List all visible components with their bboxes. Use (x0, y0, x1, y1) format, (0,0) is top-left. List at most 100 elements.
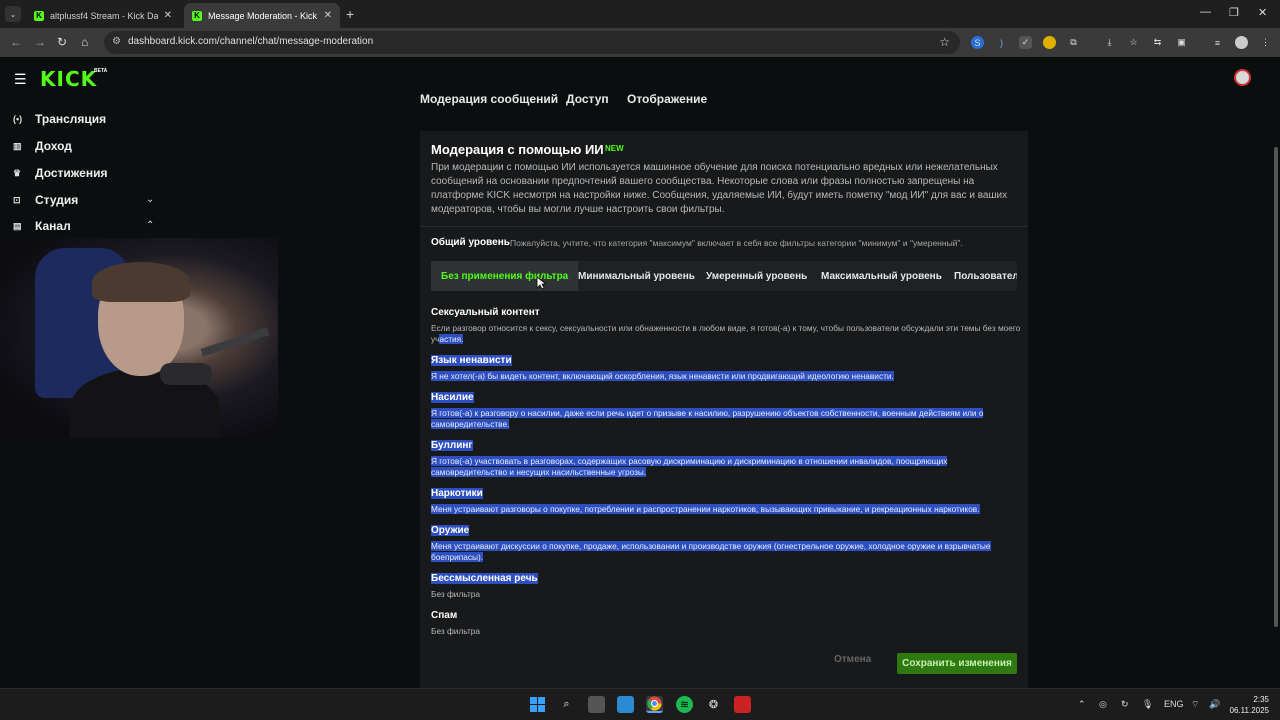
chrome-icon[interactable] (646, 696, 663, 713)
translate-icon[interactable]: ⇆ (1151, 36, 1164, 49)
clock-time: 2:35 (1253, 695, 1269, 704)
save-changes-button[interactable]: Сохранить изменения (897, 653, 1017, 674)
browser-menu-icon[interactable]: ⋮ (1259, 36, 1272, 49)
microphone-icon[interactable]: 🎙 (1142, 699, 1153, 710)
category-weapons: Оружие Меня устраивают дискуссии о покуп… (431, 520, 1021, 562)
close-tab-icon[interactable]: ✕ (164, 10, 172, 21)
language-indicator[interactable]: ENG (1164, 699, 1184, 709)
site-info-icon[interactable]: ⚙ (112, 36, 121, 47)
category-description: Меня устраивают разговоры о покупке, пот… (431, 504, 980, 514)
browser-tab-moderation[interactable]: K Message Moderation - Kick Da ✕ (184, 3, 340, 28)
downloads-icon[interactable]: ⤓ (1103, 36, 1116, 49)
sidebar-item-broadcast[interactable]: (•) Трансляция (13, 112, 106, 126)
tab-maximum-level[interactable]: Максимальный уровень (811, 261, 952, 291)
category-title: Оружие (431, 525, 470, 536)
task-view-icon[interactable] (588, 696, 605, 713)
beta-label: BETA (94, 68, 108, 74)
store-icon[interactable] (617, 696, 634, 713)
category-description: Я не хотел(-а) бы видеть контент, включа… (431, 371, 894, 381)
tray-sync-icon[interactable]: ↻ (1121, 699, 1129, 710)
new-tab-plus-icon[interactable]: + (346, 6, 354, 22)
divider (420, 226, 1028, 227)
webcam-overlay (0, 238, 278, 438)
kick-favicon-icon: K (34, 10, 44, 21)
home-icon[interactable]: ⌂ (81, 35, 88, 49)
category-title: Сексуальный контент (431, 307, 540, 318)
ai-moderation-card: Модерация с помощью ИИ NEW При модерации… (420, 131, 1028, 688)
extension-icon[interactable] (1043, 36, 1056, 49)
tab-access[interactable]: Доступ (566, 92, 609, 106)
close-window-icon[interactable]: ✕ (1258, 6, 1267, 19)
reload-icon[interactable]: ↻ (57, 35, 67, 49)
user-avatar[interactable] (1234, 69, 1251, 86)
category-gibberish: Бессмысленная речь Без фильтра (431, 568, 1021, 600)
cast-icon[interactable]: ▣ (1175, 36, 1188, 49)
back-icon[interactable]: ← (10, 35, 22, 49)
search-icon[interactable]: ⌕ (558, 696, 575, 713)
browser-tab-stream[interactable]: K altplussf4 Stream - Kick Dashb ✕ (26, 3, 180, 28)
category-hate-speech: Язык ненависти Я не хотел(-а) бы видеть … (431, 350, 1021, 382)
extension-icon[interactable]: S (971, 36, 984, 49)
sidebar-item-studio[interactable]: ⊡ Студия (13, 193, 78, 207)
forward-icon[interactable]: → (34, 35, 46, 49)
tab-no-filter[interactable]: Без применения фильтра (431, 261, 579, 291)
bookmarks-icon[interactable]: ☆ (1127, 36, 1140, 49)
overall-level-note: Пожалуйста, учтите, что категория "макси… (510, 238, 963, 248)
close-tab-icon[interactable]: ✕ (324, 10, 332, 21)
chevron-up-icon[interactable]: ⌃ (146, 220, 154, 231)
extension-icon[interactable]: ✓ (1019, 36, 1032, 49)
tray-chevron-up-icon[interactable]: ⌃ (1078, 699, 1086, 710)
sidebar-item-label: Трансляция (35, 112, 107, 126)
clock-date: 06.11.2025 (1229, 706, 1269, 715)
studio-icon: ⊡ (13, 194, 21, 205)
tab-moderate-level[interactable]: Умеренный уровень (696, 261, 817, 291)
ai-moderation-title: Модерация с помощью ИИ (431, 142, 604, 157)
category-title: Насилие (431, 392, 474, 403)
webcam-mic-arm (200, 327, 270, 357)
trophy-icon: ♛ (13, 167, 22, 178)
browser-toolbar: ← → ↻ ⌂ ⚙ dashboard.kick.com/channel/cha… (0, 28, 1280, 57)
kick-logo[interactable]: KICK (40, 67, 97, 91)
tab-display[interactable]: Отображение (627, 92, 707, 106)
tab-minimal-level[interactable]: Минимальный уровень (568, 261, 705, 291)
volume-icon[interactable]: 🔊 (1209, 699, 1220, 710)
category-description-text: Если разговор относится к сексу, сексуал… (431, 323, 1021, 344)
extensions-puzzle-icon[interactable]: ⧉ (1067, 36, 1080, 49)
browser-tab-bar: ⌄ K altplussf4 Stream - Kick Dashb ✕ K M… (0, 0, 1280, 28)
page-scrollbar[interactable] (1274, 147, 1278, 627)
hamburger-menu-icon[interactable]: ☰ (14, 71, 27, 88)
tab-list-chevron-icon[interactable]: ⌄ (5, 6, 21, 22)
app-icon[interactable]: ❂ (705, 696, 722, 713)
category-description: Без фильтра (431, 589, 480, 599)
tab-message-moderation[interactable]: Модерация сообщений (420, 92, 558, 106)
sidebar-item-achievements[interactable]: ♛ Достижения (13, 166, 107, 180)
sidebar-item-channel[interactable]: ▤ Канал (13, 219, 71, 233)
app-icon[interactable] (734, 696, 751, 713)
cancel-button[interactable]: Отмена (834, 654, 871, 665)
spotify-icon[interactable]: ≋ (676, 696, 693, 713)
minimize-icon[interactable]: — (1200, 6, 1211, 18)
profile-avatar-icon[interactable] (1235, 36, 1248, 49)
chevron-down-icon[interactable]: ⌄ (146, 194, 154, 205)
browser-tab-title: Message Moderation - Kick Da (208, 10, 318, 21)
webcam-hair (92, 262, 190, 302)
revenue-icon: ▥ (13, 140, 22, 151)
sidebar-item-revenue[interactable]: ▥ Доход (13, 139, 72, 153)
channel-icon: ▤ (13, 220, 22, 231)
kick-favicon-icon: K (192, 10, 202, 21)
sidebar-item-label: Доход (35, 139, 72, 153)
address-bar[interactable]: ⚙ dashboard.kick.com/channel/chat/messag… (104, 31, 960, 54)
bookmark-star-icon[interactable]: ☆ (939, 35, 950, 49)
tab-custom-level[interactable]: Пользовательский (944, 261, 1017, 291)
restore-icon[interactable]: ❐ (1229, 6, 1239, 19)
extension-icon[interactable]: ) (995, 36, 1008, 49)
kick-dashboard-page: ☰ KICK BETA (•) Трансляция ▥ Доход ♛ Дос… (0, 57, 1280, 688)
tray-app-icon[interactable]: ◎ (1099, 699, 1107, 710)
windows-taskbar: ⌕ ≋ ❂ ⌃ ◎ ↻ 🎙 ENG ⌔ 🔊 2:35 06.11.2025 (0, 688, 1280, 720)
category-description: Я готов(-а) к разговору о насилии, даже … (431, 408, 984, 429)
network-icon[interactable]: ⌔ (1191, 699, 1199, 710)
category-title: Буллинг (431, 440, 473, 451)
windows-start-icon[interactable] (529, 696, 546, 713)
reading-list-icon[interactable]: ≡ (1211, 36, 1224, 49)
clock[interactable]: 2:35 06.11.2025 (1229, 694, 1269, 716)
